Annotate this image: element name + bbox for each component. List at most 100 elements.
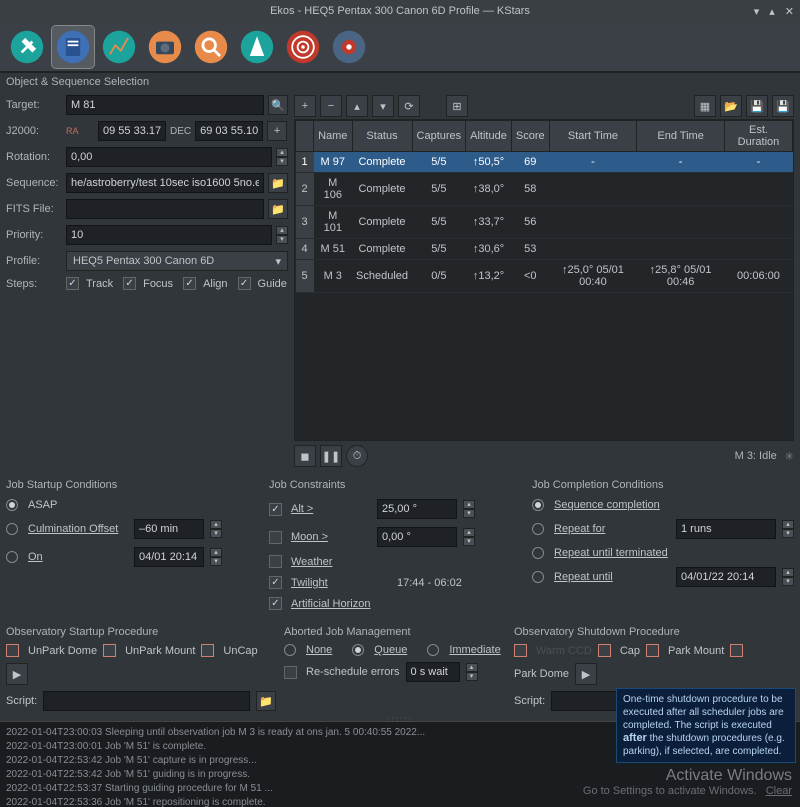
sequence-input[interactable]	[66, 173, 264, 193]
repeat-until-radio[interactable]	[532, 571, 544, 583]
refresh-button[interactable]: ⟳	[398, 95, 420, 117]
seq-completion-radio[interactable]	[532, 499, 544, 511]
warm-ccd-checkbox[interactable]	[514, 644, 527, 657]
alt-checkbox[interactable]	[269, 503, 282, 516]
repeat-for-input[interactable]	[676, 519, 776, 539]
table-header[interactable]: Altitude	[466, 121, 512, 152]
main-toolbar	[0, 22, 800, 72]
maximize-icon[interactable]: ▴	[769, 5, 775, 18]
guide-tab-icon[interactable]	[282, 26, 324, 68]
priority-input[interactable]	[66, 225, 272, 245]
alt-input[interactable]	[377, 499, 457, 519]
abort-immediate-radio[interactable]	[427, 644, 439, 656]
moon-input[interactable]	[377, 527, 457, 547]
open-button[interactable]: 📂	[720, 95, 742, 117]
weather-checkbox[interactable]	[269, 555, 282, 568]
align-checkbox[interactable]	[183, 277, 196, 290]
wait-input[interactable]	[406, 662, 460, 682]
culmination-radio[interactable]	[6, 523, 18, 535]
guide-checkbox[interactable]	[238, 277, 251, 290]
section-object-sequence: Object & Sequence Selection	[0, 72, 800, 91]
focus-checkbox[interactable]	[123, 277, 136, 290]
shutdown-play-button[interactable]: ▶	[575, 663, 597, 685]
park-dome-checkbox[interactable]	[730, 644, 743, 657]
table-row[interactable]: 4M 51Complete5/5↑30,6°53	[296, 239, 793, 260]
left-form: Target: 🔍 J2000: RA DEC + Rotation: ▴▾ S…	[6, 95, 288, 471]
table-row[interactable]: 5M 3Scheduled0/5↑13,2°<0↑25,0° 05/01 00:…	[296, 260, 793, 293]
startup-script-input[interactable]	[43, 691, 250, 711]
startup-play-button[interactable]: ▶	[6, 663, 28, 685]
target-input[interactable]	[66, 95, 264, 115]
focus-tab-icon[interactable]	[190, 26, 232, 68]
search-target-button[interactable]: 🔍	[268, 95, 288, 115]
rotation-input[interactable]	[66, 147, 272, 167]
save-button[interactable]: 💾	[746, 95, 768, 117]
fits-input[interactable]	[66, 199, 264, 219]
unpark-dome-checkbox[interactable]	[6, 644, 19, 657]
j2000-label: J2000:	[6, 125, 62, 137]
repeat-for-radio[interactable]	[532, 523, 544, 535]
mount-tab-icon[interactable]	[328, 26, 370, 68]
uncap-checkbox[interactable]	[201, 644, 214, 657]
reschedule-checkbox[interactable]	[284, 666, 297, 679]
park-mount-checkbox[interactable]	[646, 644, 659, 657]
align-tab-icon[interactable]	[236, 26, 278, 68]
table-header[interactable]: Status	[352, 121, 412, 152]
track-checkbox[interactable]	[66, 277, 79, 290]
table-row[interactable]: 3M 101Complete5/5↑33,7°56	[296, 206, 793, 239]
stop-button[interactable]: ◼	[294, 445, 316, 467]
table-header[interactable]	[296, 121, 314, 152]
priority-down[interactable]: ▾	[276, 235, 288, 244]
pause-button[interactable]: ❚❚	[320, 445, 342, 467]
rotation-down[interactable]: ▾	[276, 157, 288, 166]
startup-script-browse[interactable]: 📁	[256, 691, 276, 711]
unpark-mount-checkbox[interactable]	[103, 644, 116, 657]
add-coords-button[interactable]: +	[267, 121, 287, 141]
moon-checkbox[interactable]	[269, 531, 282, 544]
abort-none-radio[interactable]	[284, 644, 296, 656]
evaluate-button[interactable]: ⊞	[446, 95, 468, 117]
minimize-icon[interactable]: ▾	[754, 5, 760, 18]
dec-input[interactable]	[195, 121, 263, 141]
timer-button[interactable]: ⏱	[346, 445, 368, 467]
table-header[interactable]: Name	[314, 121, 353, 152]
move-up-button[interactable]: ▴	[346, 95, 368, 117]
horizon-checkbox[interactable]	[269, 597, 282, 610]
repeat-until-input[interactable]	[676, 567, 776, 587]
rotation-up[interactable]: ▴	[276, 148, 288, 157]
cap-checkbox[interactable]	[598, 644, 611, 657]
table-header[interactable]: End Time	[637, 121, 725, 152]
saveas-button[interactable]: 💾	[772, 95, 794, 117]
on-input[interactable]	[134, 547, 204, 567]
culmination-input[interactable]	[134, 519, 204, 539]
asap-radio[interactable]	[6, 499, 18, 511]
job-constraints: Job Constraints Alt > ▴▾ Moon > ▴▾ Weath…	[269, 479, 524, 618]
job-table-area: + − ▴ ▾ ⟳ ⊞ ▦ 📂 💾 💾 NameStatusCapturesAl…	[294, 95, 794, 471]
setup-tab-icon[interactable]	[6, 26, 48, 68]
scheduler-tab-icon[interactable]	[52, 26, 94, 68]
titlebar: Ekos - HEQ5 Pentax 300 Canon 6D Profile …	[0, 0, 800, 22]
profile-select[interactable]: HEQ5 Pentax 300 Canon 6D▾	[66, 251, 288, 271]
sequence-browse-button[interactable]: 📁	[268, 173, 288, 193]
move-down-button[interactable]: ▾	[372, 95, 394, 117]
add-job-button[interactable]: +	[294, 95, 316, 117]
close-icon[interactable]: ✕	[785, 5, 794, 18]
remove-job-button[interactable]: −	[320, 95, 342, 117]
on-radio[interactable]	[6, 551, 18, 563]
analyze-tab-icon[interactable]	[98, 26, 140, 68]
capture-tab-icon[interactable]	[144, 26, 186, 68]
table-header[interactable]: Score	[511, 121, 549, 152]
job-table[interactable]: NameStatusCapturesAltitudeScoreStart Tim…	[295, 120, 793, 293]
twilight-checkbox[interactable]	[269, 576, 282, 589]
table-row[interactable]: 2M 106Complete5/5↑38,0°58	[296, 173, 793, 206]
table-row[interactable]: 1M 97Complete5/5↑50,5°69---	[296, 152, 793, 173]
table-header[interactable]: Est. Duration	[724, 121, 792, 152]
abort-queue-radio[interactable]	[352, 644, 364, 656]
ra-input[interactable]	[98, 121, 166, 141]
table-header[interactable]: Captures	[412, 121, 466, 152]
table-header[interactable]: Start Time	[549, 121, 637, 152]
priority-up[interactable]: ▴	[276, 226, 288, 235]
mosaic-button[interactable]: ▦	[694, 95, 716, 117]
repeat-terminated-radio[interactable]	[532, 547, 544, 559]
fits-browse-button[interactable]: 📁	[268, 199, 288, 219]
